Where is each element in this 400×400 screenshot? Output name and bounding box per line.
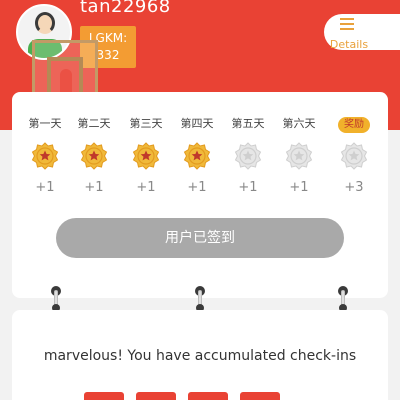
medal-gray-icon [234, 142, 262, 170]
avatar-head [35, 12, 55, 34]
day-6: 第六天 +1 [274, 116, 324, 195]
day-reward: +1 [238, 180, 258, 195]
medal-gold-icon [132, 142, 160, 170]
username: tan22968 [80, 0, 171, 17]
day-label: 第四天 [180, 117, 214, 130]
day-5: 第五天 +1 [223, 116, 273, 195]
medal-gold-icon [31, 142, 59, 170]
day-reward: +1 [136, 180, 156, 195]
day-reward: +1 [187, 180, 207, 195]
day-reward: +1 [289, 180, 309, 195]
medal-gold-icon [80, 142, 108, 170]
reward-badge: 奖励 [338, 117, 370, 133]
door-frame [47, 57, 83, 97]
day-reward: +1 [35, 180, 55, 195]
details-button[interactable]: Details [324, 14, 400, 51]
day-2: 第二天 +1 [69, 116, 119, 195]
bonus-label: 奖励 [329, 116, 379, 133]
checked-in-button[interactable]: 用户已签到 [56, 218, 344, 258]
count-digit-box [188, 392, 228, 400]
medal-gold-icon [183, 142, 211, 170]
count-digit-box [240, 392, 280, 400]
day-label: 第三天 [129, 117, 163, 130]
checkin-card: 第一天 +1 第二天 +1 第三天 +1 第四天 +1 第五天 +1 第六天 +… [12, 92, 388, 298]
list-icon [340, 18, 354, 30]
day-label: 第六天 [282, 117, 316, 130]
medal-gray-icon [285, 142, 313, 170]
details-label: Details [329, 38, 369, 51]
medal-gray-icon [340, 142, 368, 170]
count-digit-box [136, 392, 176, 400]
day-bonus: 奖励 +3 [329, 116, 379, 195]
day-reward: +1 [84, 180, 104, 195]
day-3: 第三天 +1 [121, 116, 171, 195]
day-4: 第四天 +1 [172, 116, 222, 195]
day-label: 第一天 [28, 117, 62, 130]
summary-card: marvelous! You have accumulated check-in… [12, 310, 388, 400]
count-digit-box [84, 392, 124, 400]
day-label: 第五天 [231, 117, 265, 130]
day-label: 第二天 [77, 117, 111, 130]
summary-message: marvelous! You have accumulated check-in… [43, 348, 357, 364]
day-reward: +3 [344, 180, 364, 195]
day-1: 第一天 +1 [20, 116, 70, 195]
